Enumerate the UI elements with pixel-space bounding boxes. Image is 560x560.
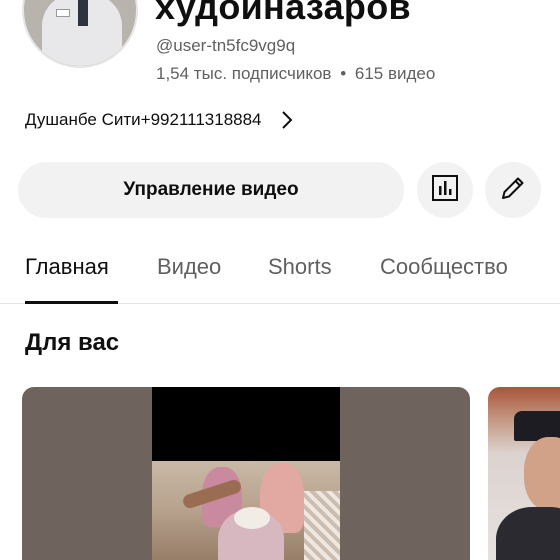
channel-location-link[interactable]: Душанбе Сити+992111318884 xyxy=(25,110,262,130)
channel-links-row[interactable]: Душанбе Сити+992111318884 xyxy=(25,108,294,132)
channel-name: худойназаров xyxy=(155,0,411,27)
active-tab-indicator xyxy=(25,301,118,304)
subscriber-count: 1,54 тыс. подписчиков xyxy=(156,64,332,83)
channel-stats: 1,54 тыс. подписчиков • 615 видео xyxy=(156,64,435,84)
video-thumbnail-next[interactable] xyxy=(488,387,560,560)
thumbnail-figure xyxy=(524,437,560,511)
thumbnail-decor xyxy=(304,491,340,560)
chevron-right-icon[interactable] xyxy=(280,109,294,131)
tab-videos[interactable]: Видео xyxy=(157,254,221,280)
tab-home[interactable]: Главная xyxy=(25,254,109,280)
analytics-icon xyxy=(431,174,459,207)
tab-shorts[interactable]: Shorts xyxy=(268,254,332,280)
channel-handle: @user-tn5fc9vg9q xyxy=(156,36,296,55)
analytics-button[interactable] xyxy=(417,162,473,218)
stats-separator: • xyxy=(340,64,347,83)
channel-avatar[interactable] xyxy=(22,0,138,68)
channel-tabs: Главная Видео Shorts Сообщество xyxy=(0,240,560,304)
edit-channel-button[interactable] xyxy=(485,162,541,218)
video-thumbnail[interactable] xyxy=(22,387,470,560)
video-count: 615 видео xyxy=(354,64,436,83)
avatar-badge xyxy=(56,9,70,17)
tab-community[interactable]: Сообщество xyxy=(380,254,508,280)
thumbnail-letterbox xyxy=(152,387,340,461)
thumbnail-figure xyxy=(496,507,560,560)
pencil-icon xyxy=(499,174,527,207)
thumbnail-figure xyxy=(234,507,270,529)
manage-videos-button[interactable]: Управление видео xyxy=(18,162,404,218)
avatar-tie xyxy=(78,0,88,26)
for-you-heading: Для вас xyxy=(25,329,120,356)
